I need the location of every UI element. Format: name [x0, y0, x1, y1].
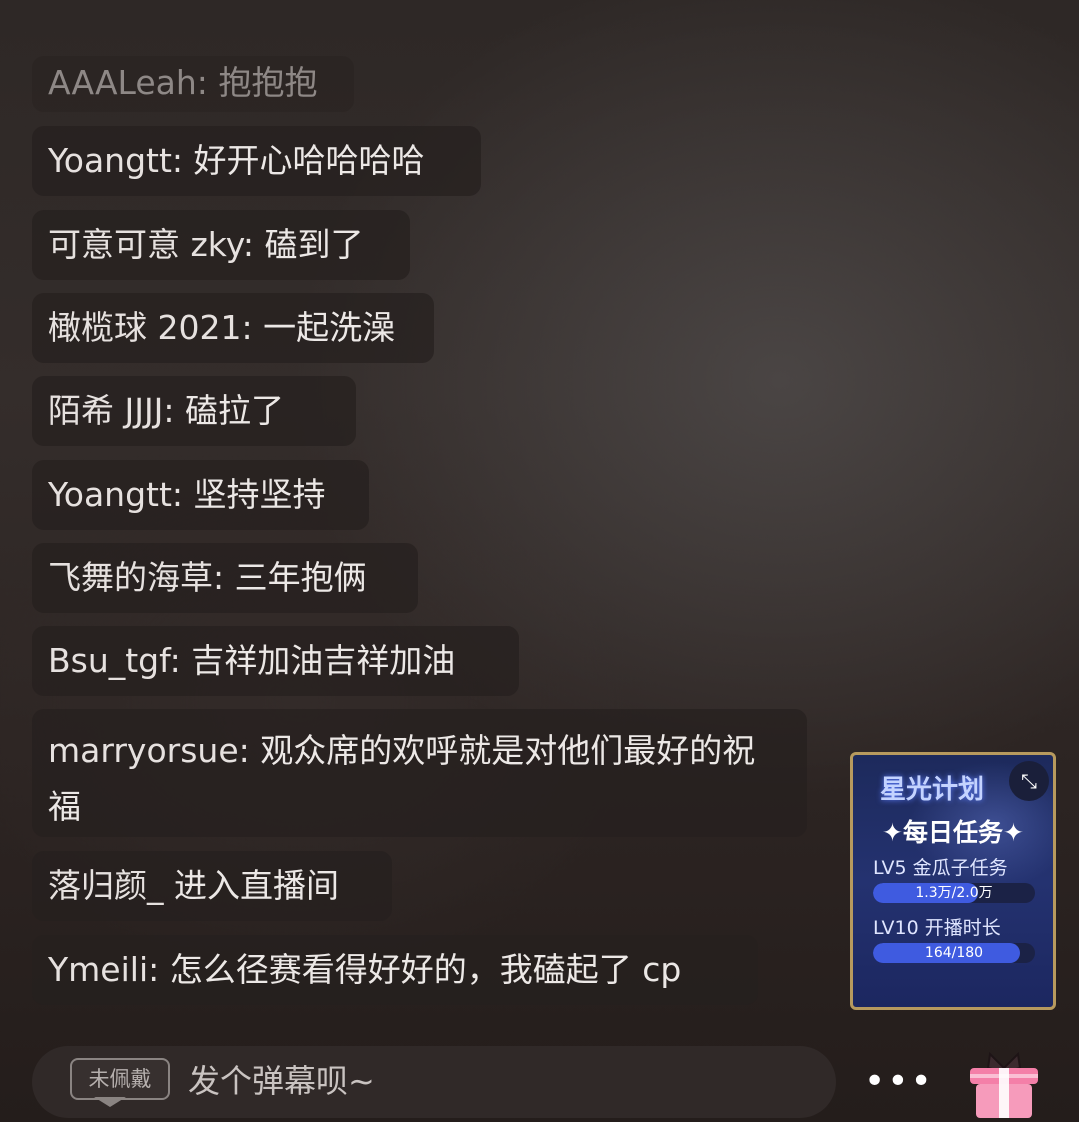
daily-tasks-heading: ✦每日任务✦: [882, 818, 1024, 847]
chat-message: 可意可意 zky: 磕到了: [32, 210, 410, 280]
chat-text: 好开心哈哈哈哈: [193, 141, 425, 180]
chat-message: marryorsue: 观众席的欢呼就是对他们最好的祝福: [32, 709, 807, 837]
input-placeholder: 发个弹幕呗~: [188, 1062, 375, 1100]
chat-message: Yoangtt: 好开心哈哈哈哈: [32, 126, 481, 196]
task-progress-text: 164/180: [924, 945, 984, 961]
chat-text: 怎么径赛看得好好的，我磕起了 cp: [169, 950, 682, 989]
chat-text: 进入直播间: [174, 866, 339, 905]
chat-username: AAALeah:: [48, 63, 208, 102]
chat-message: 飞舞的海草: 三年抱俩: [32, 543, 418, 613]
chat-text: 吉祥加油吉祥加油: [191, 641, 456, 680]
chat-username: 落归颜_: [48, 866, 164, 905]
task-label: LV5 金瓜子任务: [873, 857, 1008, 879]
more-dots-icon[interactable]: •••: [864, 1060, 932, 1104]
chat-text: 磕到了: [264, 225, 364, 264]
chat-text: 磕拉了: [185, 391, 285, 430]
gift-icon[interactable]: [966, 1048, 1042, 1120]
task-progress-bar: 164/180: [873, 943, 1035, 963]
chat-message: AAALeah: 抱抱抱: [32, 56, 354, 112]
task-progress-bar: 1.3万/2.0万: [873, 883, 1035, 903]
chat-message: Ymeili: 怎么径赛看得好好的，我磕起了 cp: [32, 935, 758, 1005]
collapse-arrows-icon[interactable]: ⤡: [1009, 761, 1049, 801]
chat-text: 坚持坚持: [193, 475, 326, 514]
chat-username: 橄榄球 2021:: [48, 308, 253, 347]
chat-username: marryorsue:: [48, 731, 250, 770]
chat-message: Bsu_tgf: 吉祥加油吉祥加油: [32, 626, 519, 696]
chat-text: 三年抱俩: [234, 558, 367, 597]
medal-badge-tip: [94, 1097, 126, 1107]
chat-text: 一起洗澡: [263, 308, 396, 347]
task-progress-text: 1.3万/2.0万: [915, 885, 993, 901]
widget-title: 星光计划: [879, 775, 984, 805]
chat-username: 陌希 JJJJ:: [48, 391, 175, 430]
chat-message: 陌希 JJJJ: 磕拉了: [32, 376, 356, 446]
chat-username: 可意可意 zky:: [48, 225, 254, 264]
chat-username: Bsu_tgf:: [48, 641, 181, 680]
chat-username: Ymeili:: [48, 950, 160, 989]
medal-badge[interactable]: 未佩戴: [70, 1058, 170, 1100]
chat-message: 橄榄球 2021: 一起洗澡: [32, 293, 434, 363]
chat-message: 落归颜_ 进入直播间: [32, 851, 392, 921]
starlight-plan-widget[interactable]: 星光计划 ⤡ ✦每日任务✦ LV5 金瓜子任务 1.3万/2.0万 LV10 开…: [850, 752, 1056, 1010]
chat-username: Yoangtt:: [48, 475, 184, 514]
danmaku-input[interactable]: 未佩戴 发个弹幕呗~: [32, 1046, 836, 1118]
chat-text: 抱抱抱: [218, 63, 318, 102]
chat-username: 飞舞的海草:: [48, 558, 225, 597]
task-label: LV10 开播时长: [873, 917, 1001, 939]
chat-message: Yoangtt: 坚持坚持: [32, 460, 369, 530]
chat-username: Yoangtt:: [48, 141, 184, 180]
